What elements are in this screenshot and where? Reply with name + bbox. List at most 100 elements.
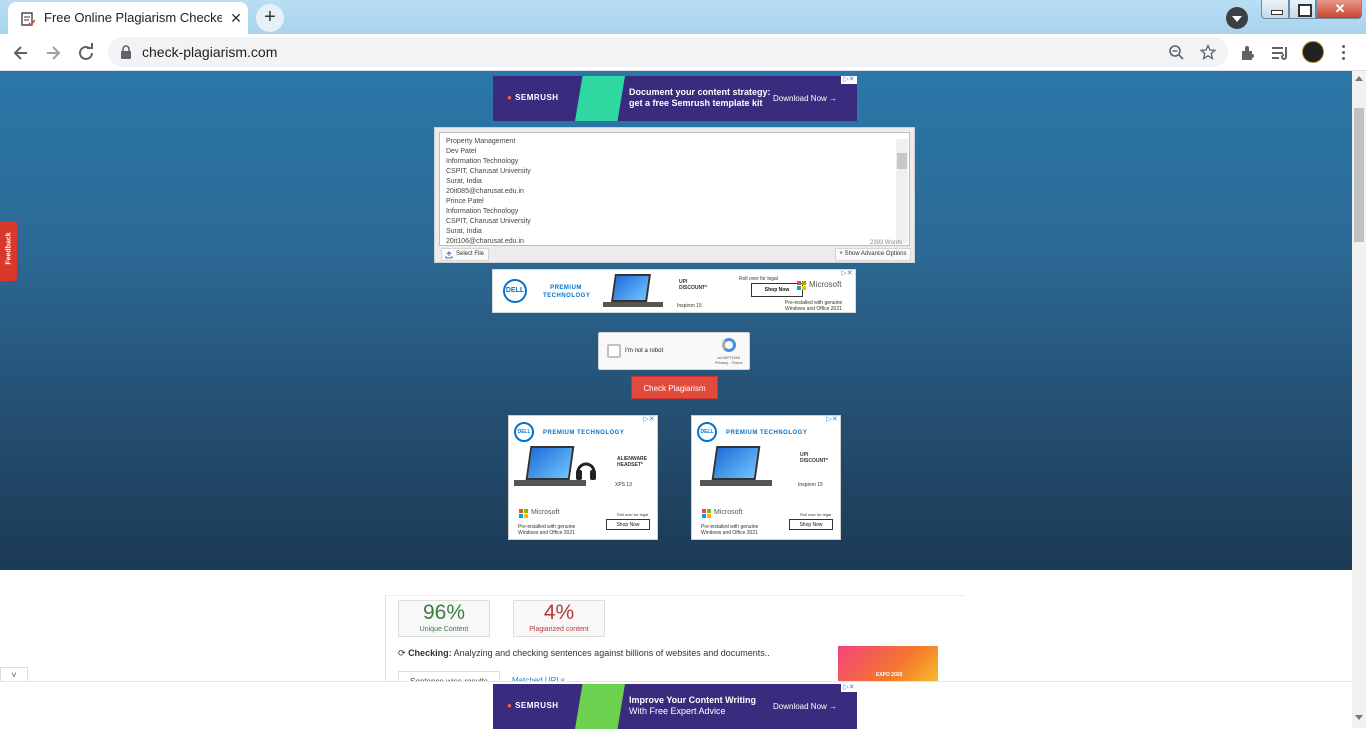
text-input-panel: Property Management Dev Patel Information … [434, 127, 915, 263]
ad-choices-icon[interactable]: ▷✕ [841, 684, 857, 692]
browser-menu-icon[interactable] [1336, 42, 1352, 62]
ad-model: Inspiron 15 [677, 303, 702, 309]
profile-avatar[interactable] [1302, 41, 1324, 63]
zoom-icon[interactable] [1168, 44, 1184, 60]
ad-model: XPS 13 [615, 482, 632, 488]
tab-search-icon[interactable] [1226, 7, 1248, 29]
textarea-scrollbar[interactable] [896, 139, 908, 243]
ad-note: Pre-installed with genuine Windows and Of… [701, 524, 759, 536]
plagiarized-percent: 4% [543, 601, 575, 624]
ad-offer: ALIENWARE HEADSET* [617, 456, 647, 468]
plagiarism-favicon-icon [21, 12, 36, 27]
lock-icon [121, 45, 131, 59]
window-minimize-button[interactable] [1261, 0, 1289, 19]
ad-headline: Improve Your Content Writing With Free E… [629, 695, 757, 716]
page-content: ▷✕ ● SEMRUSH Document your content strat… [0, 71, 1352, 728]
ad-note: Pre-installed with genuine Windows and Of… [518, 524, 576, 536]
ad-legal: Roll over for legal [617, 512, 649, 517]
reload-icon[interactable] [73, 40, 99, 66]
ad-choices-icon[interactable]: ▷✕ [824, 416, 840, 424]
shop-now-button[interactable]: Shop Now [789, 519, 833, 530]
shop-now-button[interactable]: Shop Now [606, 519, 650, 530]
browser-toolbar: check-plagiarism.com [0, 34, 1366, 71]
microsoft-label: Microsoft [531, 509, 560, 516]
textarea-line: 20it106@charusat.edu.in [446, 238, 524, 245]
select-file-button[interactable]: Select File [441, 248, 489, 261]
content-textarea[interactable]: Property Management Dev Patel Information … [439, 132, 910, 246]
microsoft-logo-icon [702, 509, 712, 519]
new-tab-button[interactable]: + [256, 4, 284, 32]
recaptcha-links[interactable]: reCAPTCHA Privacy - Terms [715, 355, 742, 365]
semrush-logo: ● SEMRUSH [507, 93, 559, 102]
unique-label: Unique Content [419, 626, 469, 633]
scroll-down-icon[interactable] [1355, 715, 1363, 720]
ad-offer: UPI DISCOUNT* [679, 279, 708, 291]
textarea-line: Property Management [446, 138, 516, 145]
semrush-ad-top[interactable]: ▷✕ ● SEMRUSH Document your content strat… [493, 76, 857, 121]
upload-icon [445, 251, 453, 259]
semrush-ad-bottom[interactable]: ▷✕ ● SEMRUSH Improve Your Content Writin… [493, 684, 857, 729]
forward-icon[interactable] [40, 40, 66, 66]
ad-choices-icon[interactable]: ▷✕ [841, 76, 857, 84]
microsoft-logo-icon [797, 281, 807, 291]
window-close-button[interactable]: ✕ [1316, 0, 1362, 19]
check-plagiarism-button[interactable]: Check Plagiarism [631, 376, 718, 399]
ad-note: Pre-installed with genuine Windows and Of… [785, 300, 843, 312]
ad-choices-icon[interactable]: ▷✕ [839, 270, 855, 278]
ad-download-link[interactable]: Download Now → [773, 702, 837, 711]
shop-now-button[interactable]: Shop Now [751, 283, 803, 297]
dell-ad-box-inspiron[interactable]: ▷✕ DELL PREMIUM TECHNOLOGY UPI DISCOUNT* … [691, 415, 841, 540]
unique-percent: 96% [422, 601, 466, 624]
textarea-line: Prince Patel [446, 198, 484, 205]
recaptcha-widget: I'm not a robot reCAPTCHA Privacy - Terms [598, 332, 750, 370]
ad-choices-icon[interactable]: ▷✕ [641, 416, 657, 424]
textarea-line: Surat, India [446, 178, 482, 185]
ad-headline: Document your content strategy: get a fr… [629, 87, 771, 108]
back-icon[interactable] [8, 40, 34, 66]
headset-icon [576, 462, 596, 480]
tab-title: Free Online Plagiarism Checker - [44, 10, 222, 25]
plagiarized-label: Plagiarized content [529, 626, 589, 633]
recaptcha-logo-icon [722, 338, 736, 352]
ad-legal: Roll over for legal [800, 512, 832, 517]
ad-legal: Roll over for legal [739, 276, 778, 282]
spinner-icon: ⟳ [398, 648, 406, 658]
media-control-icon[interactable] [1270, 43, 1290, 63]
bookmark-star-icon[interactable] [1200, 44, 1216, 60]
hero-section: ▷✕ ● SEMRUSH Document your content strat… [0, 71, 1352, 570]
url-text: check-plagiarism.com [142, 44, 278, 60]
dell-logo: DELL [514, 422, 534, 442]
textarea-content: Property Management Dev Patel Information … [446, 137, 531, 247]
microsoft-label: Microsoft [714, 509, 743, 516]
ad-illustration [575, 684, 625, 729]
extensions-icon[interactable] [1238, 43, 1258, 63]
tab-close-icon[interactable]: ✕ [228, 10, 244, 26]
dell-logo: DELL [697, 422, 717, 442]
address-bar[interactable]: check-plagiarism.com [108, 37, 1228, 67]
microsoft-label: Microsoft [809, 280, 842, 289]
ad-model: Inspiron 15 [798, 482, 823, 488]
window-maximize-button[interactable] [1289, 0, 1316, 19]
active-tab[interactable]: Free Online Plagiarism Checker - ✕ [8, 2, 248, 34]
recaptcha-checkbox[interactable] [607, 344, 621, 358]
feedback-tab[interactable]: Feedback [0, 221, 17, 281]
unique-content-stat: 96% Unique Content [398, 600, 490, 637]
ad-headline: PREMIUM TECHNOLOGY [726, 430, 808, 436]
scroll-up-icon[interactable] [1355, 76, 1363, 81]
scroll-thumb[interactable] [1354, 108, 1364, 242]
advance-options-button[interactable]: ˅ Show Advance Options [835, 248, 911, 261]
tab-strip: Free Online Plagiarism Checker - ✕ + ✕ [0, 0, 1366, 34]
collapse-ad-chevron-icon[interactable]: ˅ [0, 667, 28, 681]
textarea-line: Dev Patel [446, 148, 477, 155]
ad-download-link[interactable]: Download Now → [773, 94, 837, 103]
ad-headline: PREMIUM TECHNOLOGY [543, 285, 591, 299]
page-scrollbar[interactable] [1352, 71, 1366, 728]
checking-status: ⟳ Checking: Analyzing and checking sente… [398, 648, 770, 658]
textarea-line: 20it085@charusat.edu.in [446, 188, 524, 195]
dell-ad-box-xps[interactable]: ▷✕ DELL PREMIUM TECHNOLOGY ALIENWARE HEAD… [508, 415, 658, 540]
textarea-line: Information Technology [446, 208, 519, 215]
dell-ad-leaderboard[interactable]: ▷✕ DELL PREMIUM TECHNOLOGY UPI DISCOUNT* I… [492, 269, 856, 313]
plagiarized-content-stat: 4% Plagiarized content [513, 600, 605, 637]
textarea-line: CSPIT, Charusat University [446, 168, 531, 175]
expo-ad[interactable]: EXPO 2020 [838, 646, 938, 686]
